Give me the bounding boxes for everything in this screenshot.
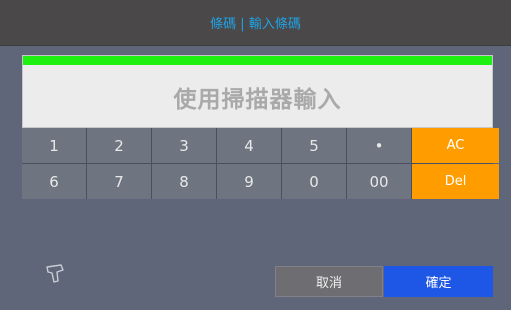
cancel-button[interactable]: 取消	[275, 266, 383, 297]
key-1[interactable]: 1	[22, 128, 86, 163]
key-8[interactable]: 8	[152, 164, 216, 199]
key-5[interactable]: 5	[282, 128, 346, 163]
barcode-input-placeholder: 使用掃描器輸入	[173, 86, 342, 113]
status-bar	[23, 56, 492, 65]
key-4[interactable]: 4	[217, 128, 281, 163]
key-00[interactable]: 00	[347, 164, 411, 199]
key-3[interactable]: 3	[152, 128, 216, 163]
delete-button[interactable]: Del	[412, 164, 499, 199]
key-2[interactable]: 2	[87, 128, 151, 163]
key-7[interactable]: 7	[87, 164, 151, 199]
clear-all-button[interactable]: AC	[412, 128, 499, 163]
barcode-display: 使用掃描器輸入	[22, 55, 493, 128]
confirm-button[interactable]: 確定	[384, 266, 493, 297]
key-dot[interactable]: •	[347, 128, 411, 163]
key-6[interactable]: 6	[22, 164, 86, 199]
barcode-scanner-icon[interactable]	[44, 262, 68, 286]
key-9[interactable]: 9	[217, 164, 281, 199]
numeric-keypad: 1 2 3 4 5 • AC 6 7 8 9 0 00 Del	[22, 128, 499, 199]
dialog-title: 條碼 | 輸入條碼	[210, 17, 301, 32]
key-0[interactable]: 0	[282, 164, 346, 199]
dialog-header: 條碼 | 輸入條碼	[0, 0, 511, 46]
